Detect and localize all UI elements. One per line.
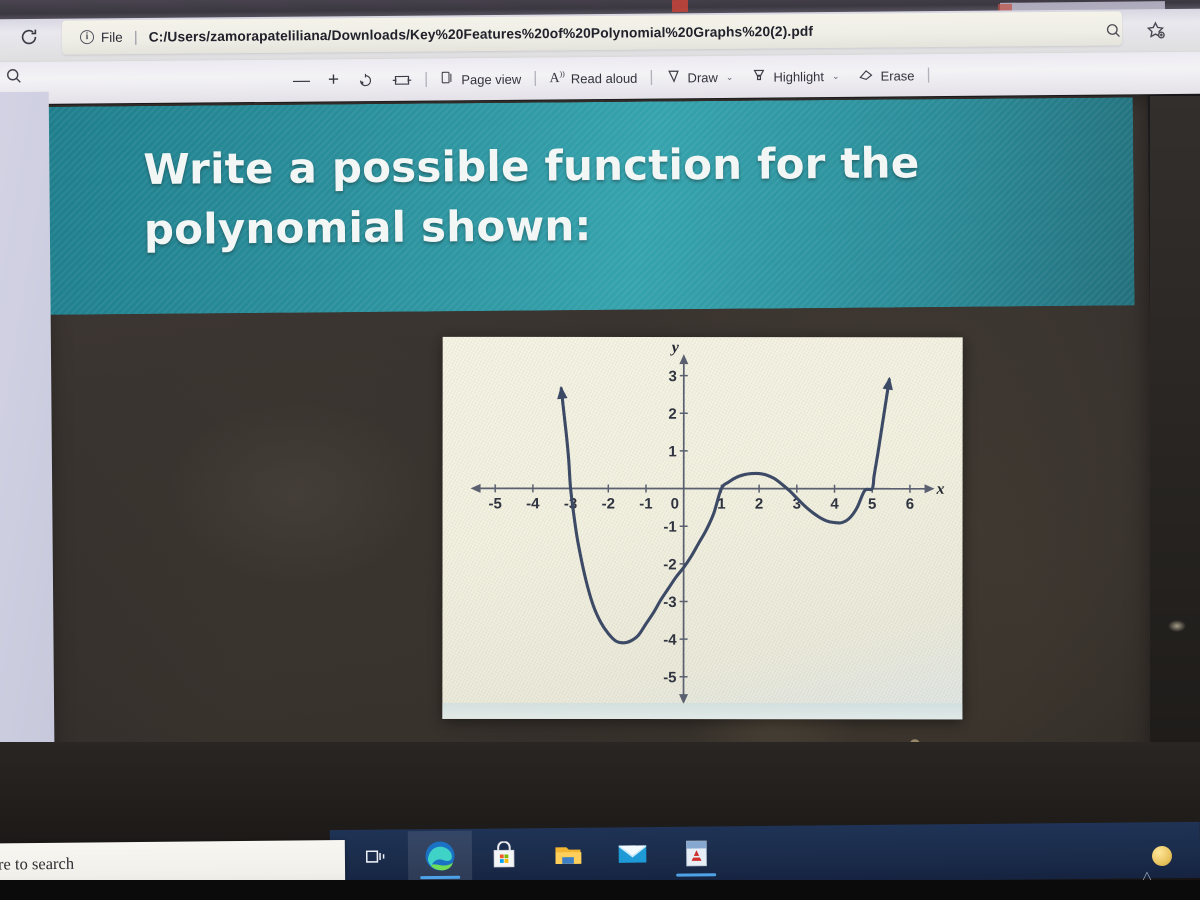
polynomial-graph: -5 -4 -3 -2 -1 0 1 2 3 4 5 6 -5 -4 -3 -2 -1 1 2 3 x y [442,336,963,720]
security-label: File [100,29,123,45]
page-search-icon[interactable] [4,66,26,88]
reload-icon[interactable] [18,26,40,48]
svg-text:-3: -3 [663,594,676,611]
svg-text:2: 2 [755,496,763,513]
page-view-icon [440,70,455,88]
svg-text:y: y [670,339,680,356]
pdf-toolbar-items: — + | Page view | A)) Read aloud | Draw … [284,59,934,97]
svg-text:-4: -4 [663,632,677,649]
draw-label: Draw [687,69,718,85]
search-input[interactable]: re to search [0,851,328,874]
svg-text:1: 1 [668,443,676,460]
page-view-button[interactable]: Page view [431,67,530,92]
draw-button[interactable]: Draw ⌄ [656,64,742,90]
draw-pen-icon [665,68,681,87]
browser-left-edge [0,91,56,849]
file-explorer-button[interactable] [536,829,600,880]
address-divider: | [133,28,138,46]
chevron-down-icon[interactable]: ⌄ [724,71,734,82]
tab-favicon-red [671,0,689,13]
svg-text:-2: -2 [602,495,615,512]
svg-text:5: 5 [868,496,876,513]
erase-button[interactable]: Erase [848,63,923,89]
highlight-label: Highlight [773,68,825,85]
svg-text:3: 3 [668,368,676,385]
svg-text:0: 0 [671,496,679,513]
screen-photo: i File | C:/Users/zamorapateliliana/Down… [0,0,1200,900]
svg-text:-1: -1 [639,496,652,513]
toolbar-divider: | [424,70,429,88]
svg-text:x: x [936,481,945,498]
erase-label: Erase [880,67,915,84]
page-title: Write a possible function for the polyno… [143,138,920,254]
tray-indicator[interactable] [1151,845,1173,867]
toolbar-divider-4: | [926,66,931,84]
zoom-in-button[interactable]: + [319,66,348,94]
chevron-down-icon-2[interactable]: ⌄ [830,70,840,81]
zoom-out-button[interactable]: — [284,68,319,94]
desk-glint [1168,620,1186,632]
search-icon[interactable] [1104,21,1123,45]
rotate-icon[interactable] [348,68,383,91]
svg-text:-5: -5 [488,495,501,512]
taskbar-items [344,828,728,882]
highlight-button[interactable]: Highlight ⌄ [742,63,848,89]
graph-card-bottom-band [442,702,963,720]
eraser-icon [857,66,874,85]
svg-text:4: 4 [830,496,839,513]
read-aloud-label: Read aloud [570,70,638,86]
add-to-favorites-icon[interactable] [1145,20,1166,46]
read-aloud-button[interactable]: A)) Read aloud [540,66,646,91]
task-view-button[interactable] [344,831,408,882]
page-view-label: Page view [461,71,522,87]
read-aloud-icon: A)) [549,69,565,87]
svg-text:6: 6 [906,496,914,513]
svg-text:-2: -2 [663,556,676,573]
pdf-page[interactable]: Write a possible function for the polyno… [42,95,1155,841]
adobe-reader-button[interactable] [664,828,728,879]
info-circle-icon: i [79,30,95,45]
svg-text:-4: -4 [526,495,540,512]
screen-bottom-bezel [0,880,1200,900]
svg-text:2: 2 [668,406,676,423]
mail-button[interactable] [600,829,664,880]
address-bar-actions [1104,20,1166,47]
toolbar-divider-2: | [533,69,538,87]
edge-browser-button[interactable] [407,830,473,882]
fit-to-width-icon[interactable] [383,69,421,90]
active-app-underline [420,875,461,880]
graph-svg: -5 -4 -3 -2 -1 0 1 2 3 4 5 6-5-4-3-2-1123xy [470,339,945,705]
svg-text:-5: -5 [663,669,676,686]
toolbar-divider-3: | [649,68,654,86]
question-banner: Write a possible function for the polyno… [43,97,1135,315]
svg-text:-1: -1 [663,519,676,536]
screen-glare-2 [165,401,427,584]
active-app-underline-2 [676,873,717,877]
microsoft-store-button[interactable] [472,830,536,881]
address-url-text[interactable]: C:/Users/zamorapateliliana/Downloads/Key… [149,23,813,44]
highlighter-icon [751,67,767,86]
